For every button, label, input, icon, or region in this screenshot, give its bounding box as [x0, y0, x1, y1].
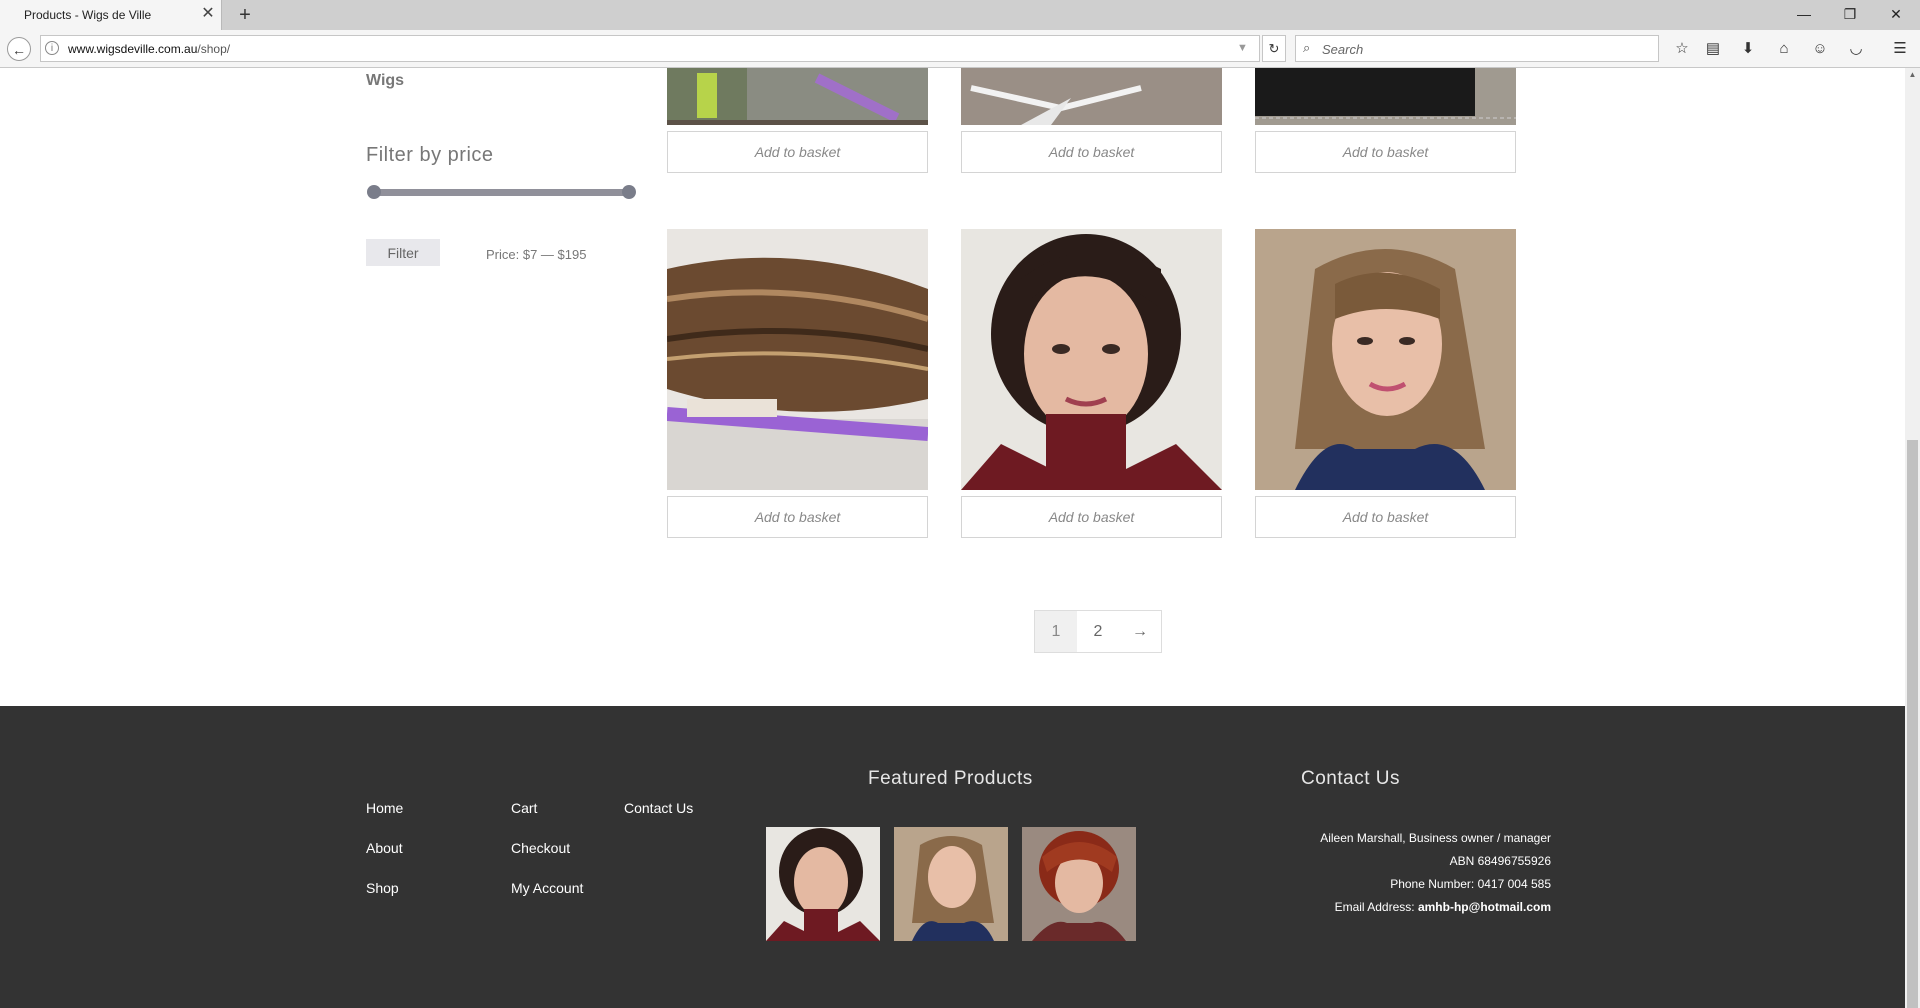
search-placeholder: Search	[1322, 42, 1364, 57]
footer-link-home[interactable]: Home	[366, 800, 403, 816]
pagination: 1 2 →	[1034, 610, 1162, 653]
bookmark-star-icon[interactable]: ☆	[1670, 37, 1694, 61]
back-icon[interactable]: ←	[7, 37, 31, 61]
add-to-basket-button[interactable]: Add to basket	[667, 496, 928, 538]
next-page-arrow-icon[interactable]: →	[1119, 611, 1161, 652]
library-icon[interactable]: ▤	[1701, 37, 1725, 61]
info-icon[interactable]: i	[45, 41, 59, 55]
url-bar[interactable]: i www.wigsdeville.com.au/shop/ ▼	[40, 35, 1260, 62]
filter-button[interactable]: Filter	[366, 239, 440, 266]
footer-link-about[interactable]: About	[366, 840, 403, 856]
minimize-icon[interactable]: —	[1790, 4, 1818, 24]
featured-product-thumbnail[interactable]	[766, 827, 880, 941]
featured-product-thumbnail[interactable]	[1022, 827, 1136, 941]
url-domain: www.wigsdeville.com.au	[68, 42, 198, 56]
reload-icon[interactable]: ↻	[1262, 35, 1286, 62]
price-range-text: Price: $7 — $195	[486, 247, 587, 262]
tab-strip: Products - Wigs de Ville ✕ + — ❐ ✕	[0, 0, 1920, 30]
contact-email: Email Address: amhb-hp@hotmail.com	[1335, 900, 1551, 914]
menu-icon[interactable]: ☰	[1888, 37, 1912, 61]
new-tab-icon[interactable]: +	[234, 4, 256, 26]
price-slider-track[interactable]	[374, 189, 628, 196]
url-text: www.wigsdeville.com.au/shop/	[68, 42, 230, 56]
filter-by-price-heading: Filter by price	[366, 144, 494, 166]
featured-products-heading: Featured Products	[868, 768, 1033, 789]
add-to-basket-button[interactable]: Add to basket	[1255, 131, 1516, 173]
add-to-basket-button[interactable]: Add to basket	[667, 131, 928, 173]
contact-owner: Aileen Marshall, Business owner / manage…	[1320, 831, 1551, 845]
product-image[interactable]	[667, 68, 928, 125]
add-to-basket-button[interactable]: Add to basket	[961, 131, 1222, 173]
page-1-current: 1	[1035, 611, 1077, 652]
footer-link-my-account[interactable]: My Account	[511, 880, 583, 896]
restore-icon[interactable]: ❐	[1836, 4, 1864, 24]
url-path: /shop/	[197, 42, 231, 56]
price-slider-min-handle[interactable]	[367, 185, 381, 199]
add-to-basket-button[interactable]: Add to basket	[1255, 496, 1516, 538]
contact-us-heading: Contact Us	[1301, 768, 1400, 789]
product-image[interactable]	[1255, 229, 1516, 490]
price-slider-max-handle[interactable]	[622, 185, 636, 199]
url-dropdown-icon[interactable]: ▼	[1237, 42, 1248, 54]
search-bar[interactable]: ⌕ Search	[1295, 35, 1659, 62]
product-image[interactable]	[961, 68, 1222, 125]
search-icon: ⌕	[1303, 40, 1311, 55]
footer-link-contact-us[interactable]: Contact Us	[624, 800, 693, 816]
contact-abn: ABN 68496755926	[1449, 854, 1551, 868]
contact-email-label: Email Address:	[1334, 900, 1418, 914]
navigation-toolbar: ← i www.wigsdeville.com.au/shop/ ▼ ↻ ⌕ S…	[0, 30, 1920, 68]
footer-link-cart[interactable]: Cart	[511, 800, 537, 816]
page-2-link[interactable]: 2	[1077, 611, 1119, 652]
contact-phone: Phone Number: 0417 004 585	[1390, 877, 1551, 891]
product-image[interactable]	[961, 229, 1222, 490]
pocket-icon[interactable]: ◡	[1844, 37, 1868, 61]
category-link-wigs[interactable]: Wigs	[366, 72, 404, 90]
browser-tab[interactable]: Products - Wigs de Ville ✕	[0, 0, 222, 30]
footer-link-shop[interactable]: Shop	[366, 880, 399, 896]
close-tab-icon[interactable]: ✕	[199, 5, 217, 23]
download-icon[interactable]: ⬇	[1736, 37, 1760, 61]
scroll-up-icon[interactable]: ▲	[1905, 70, 1920, 82]
product-image[interactable]	[667, 229, 928, 490]
footer-link-checkout[interactable]: Checkout	[511, 840, 570, 856]
close-window-icon[interactable]: ✕	[1882, 4, 1910, 24]
product-image[interactable]	[1255, 68, 1516, 125]
add-to-basket-button[interactable]: Add to basket	[961, 496, 1222, 538]
contact-email-link[interactable]: amhb-hp@hotmail.com	[1418, 900, 1551, 914]
scrollbar-thumb[interactable]	[1907, 440, 1918, 1008]
featured-product-thumbnail[interactable]	[894, 827, 1008, 941]
chat-icon[interactable]: ☺	[1808, 37, 1832, 61]
home-icon[interactable]: ⌂	[1772, 37, 1796, 61]
tab-title: Products - Wigs de Ville	[24, 8, 152, 22]
